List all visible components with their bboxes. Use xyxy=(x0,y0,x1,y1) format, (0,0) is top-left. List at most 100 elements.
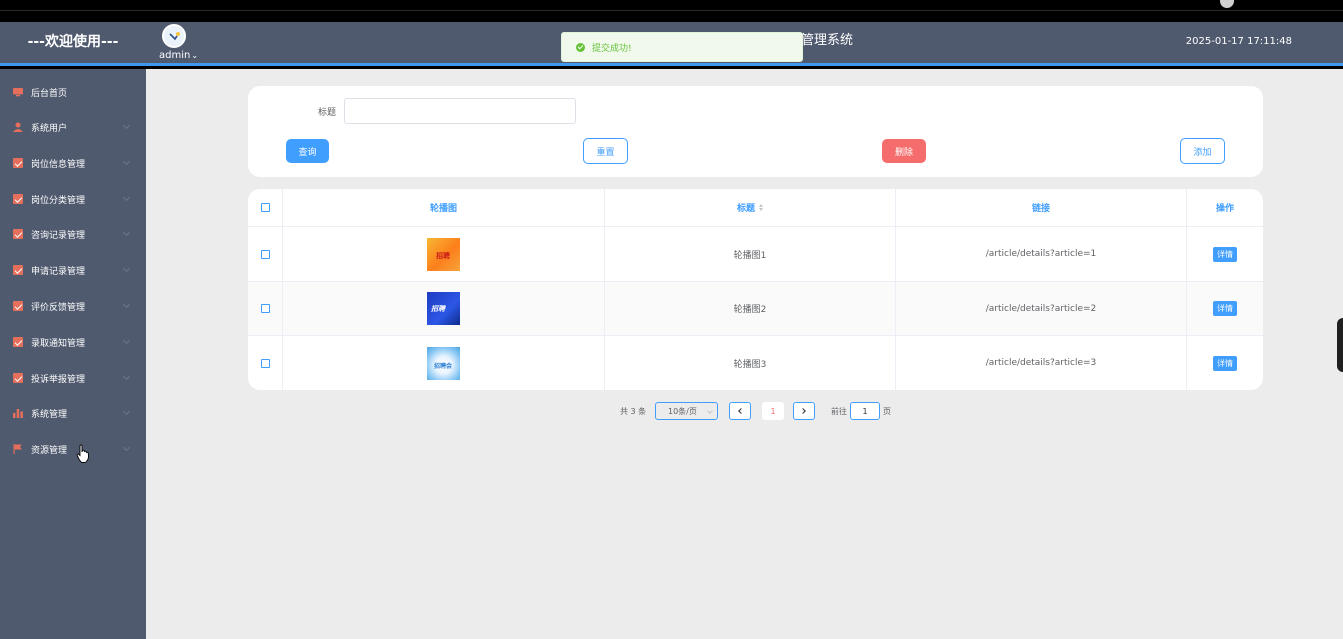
sidebar-item-system-users[interactable]: 系统用户 xyxy=(0,112,146,142)
sidebar-item-system-management[interactable]: 系统管理 xyxy=(0,398,146,428)
checkbox-icon xyxy=(13,265,23,275)
detail-button[interactable]: 详情 xyxy=(1213,301,1237,316)
hand-cursor-icon xyxy=(76,444,89,463)
link-cell: /article/details?article=3 xyxy=(896,336,1187,390)
title-search-input[interactable] xyxy=(344,98,576,124)
sidebar-item-home[interactable]: 后台首页 xyxy=(0,77,146,107)
sidebar-item-label: 岗位分类管理 xyxy=(31,195,86,206)
column-header-title[interactable]: 标题 xyxy=(605,189,896,226)
chevron-down-icon xyxy=(122,193,131,202)
action-cell: 详情 xyxy=(1187,227,1263,281)
chevron-down-icon: ⌄ xyxy=(191,51,199,60)
detail-button[interactable]: 详情 xyxy=(1213,246,1237,262)
sidebar-item-consult-records[interactable]: 咨询记录管理 xyxy=(0,219,146,249)
username[interactable]: admin⌄ xyxy=(159,50,198,61)
chevron-left-icon xyxy=(738,408,744,414)
thumbnail-text: 招聘会 xyxy=(434,362,453,370)
title-cell: 轮播图3 xyxy=(605,336,896,390)
sidebar-item-label: 系统用户 xyxy=(31,123,68,134)
chevron-down-icon xyxy=(122,228,131,237)
column-header-link: 链接 xyxy=(896,189,1187,226)
chevron-right-icon xyxy=(800,408,806,414)
select-all-checkbox[interactable] xyxy=(260,203,270,212)
title-label: 标题 xyxy=(318,108,337,118)
sidebar-item-label: 资源管理 xyxy=(31,445,68,456)
checkbox-icon xyxy=(13,373,23,383)
chevron-down-icon xyxy=(122,372,131,381)
user-menu[interactable]: admin⌄ xyxy=(158,24,202,64)
sidebar-item-label: 申请记录管理 xyxy=(31,266,86,277)
column-header-title-text: 标题 xyxy=(736,204,755,214)
banner-thumbnail[interactable]: 招聘 xyxy=(427,292,460,325)
add-button[interactable]: 添加 xyxy=(1180,138,1225,164)
sidebar-item-complaints[interactable]: 投诉举报管理 xyxy=(0,363,146,393)
banner-thumbnail[interactable]: 招聘会 xyxy=(427,346,460,380)
chevron-down-icon xyxy=(122,336,131,345)
table-row: 招聘 轮播图1 /article/details?article=1 详情 xyxy=(248,227,1263,282)
row-select-cell xyxy=(248,227,283,281)
banner-thumbnail[interactable]: 招聘 xyxy=(427,237,460,271)
image-cell: 招聘会 xyxy=(283,336,605,390)
page-number-1[interactable]: 1 xyxy=(762,402,784,420)
prev-page-button[interactable] xyxy=(729,402,751,420)
scrollbar-handle[interactable] xyxy=(1337,318,1343,372)
username-text: admin xyxy=(159,50,191,61)
link-cell: /article/details?article=2 xyxy=(896,282,1187,335)
row-select-cell xyxy=(248,336,283,390)
delete-button[interactable]: 删除 xyxy=(882,139,926,163)
avatar-icon xyxy=(166,28,184,46)
chevron-down-icon xyxy=(707,408,713,414)
link-cell: /article/details?article=1 xyxy=(896,227,1187,281)
row-checkbox[interactable] xyxy=(260,358,270,368)
select-all-cell xyxy=(248,189,283,226)
image-cell: 招聘 xyxy=(283,227,605,281)
monitor-icon xyxy=(13,88,23,97)
goto-label: 前往 xyxy=(831,406,847,416)
detail-button[interactable]: 详情 xyxy=(1213,355,1237,371)
sidebar-item-label: 投诉举报管理 xyxy=(31,374,86,385)
page-size-value: 10条/页 xyxy=(668,406,697,416)
table-row: 招聘 轮播图2 /article/details?article=2 详情 xyxy=(248,282,1263,336)
title-cell: 轮播图2 xyxy=(605,282,896,335)
sidebar-item-application-records[interactable]: 申请记录管理 xyxy=(0,255,146,285)
row-select-cell xyxy=(248,282,283,335)
sidebar-item-job-info[interactable]: 岗位信息管理 xyxy=(0,148,146,178)
goto-page-input[interactable]: 1 xyxy=(850,402,880,420)
brand-title: ---欢迎使用--- xyxy=(27,34,119,50)
sidebar-item-label: 咨询记录管理 xyxy=(31,230,86,241)
chevron-down-icon xyxy=(122,121,131,130)
table-header-row: 轮播图 标题 链接 操作 xyxy=(248,189,1263,227)
flag-icon xyxy=(13,444,22,454)
success-toast: 提交成功! xyxy=(561,32,803,62)
window-control-icon xyxy=(1220,0,1234,8)
table-row: 招聘会 轮播图3 /article/details?article=3 详情 xyxy=(248,336,1263,390)
sidebar-item-admission-notice[interactable]: 录取通知管理 xyxy=(0,327,146,357)
row-checkbox[interactable] xyxy=(260,304,270,313)
reset-button[interactable]: 重置 xyxy=(583,138,628,164)
sidebar-item-job-category[interactable]: 岗位分类管理 xyxy=(0,184,146,214)
sidebar-item-label: 评价反馈管理 xyxy=(31,302,86,313)
system-title: 管理系统 xyxy=(801,33,854,48)
chevron-down-icon xyxy=(122,443,131,452)
sidebar-item-feedback[interactable]: 评价反馈管理 xyxy=(0,291,146,321)
page-size-select[interactable]: 10条/页 xyxy=(655,402,718,420)
sidebar-item-resource-management[interactable]: 资源管理 xyxy=(0,434,146,464)
query-button[interactable]: 查询 xyxy=(286,139,329,163)
checkbox-icon xyxy=(13,194,23,204)
bar-chart-icon xyxy=(13,409,23,418)
thumbnail-text: 招聘 xyxy=(436,251,450,260)
chevron-down-icon xyxy=(122,157,131,166)
column-header-action: 操作 xyxy=(1215,204,1234,214)
chevron-down-icon xyxy=(122,407,131,416)
avatar[interactable] xyxy=(162,24,186,48)
action-cell: 详情 xyxy=(1187,282,1263,335)
page-suffix-label: 页 xyxy=(883,406,891,416)
sort-icon[interactable] xyxy=(759,204,763,211)
row-checkbox[interactable] xyxy=(260,249,270,259)
toast-message: 提交成功! xyxy=(592,43,632,54)
sidebar-item-label: 后台首页 xyxy=(31,88,68,99)
checkbox-icon xyxy=(13,158,23,168)
next-page-button[interactable] xyxy=(793,402,815,420)
check-circle-icon xyxy=(576,42,585,52)
chevron-down-icon xyxy=(122,264,131,273)
